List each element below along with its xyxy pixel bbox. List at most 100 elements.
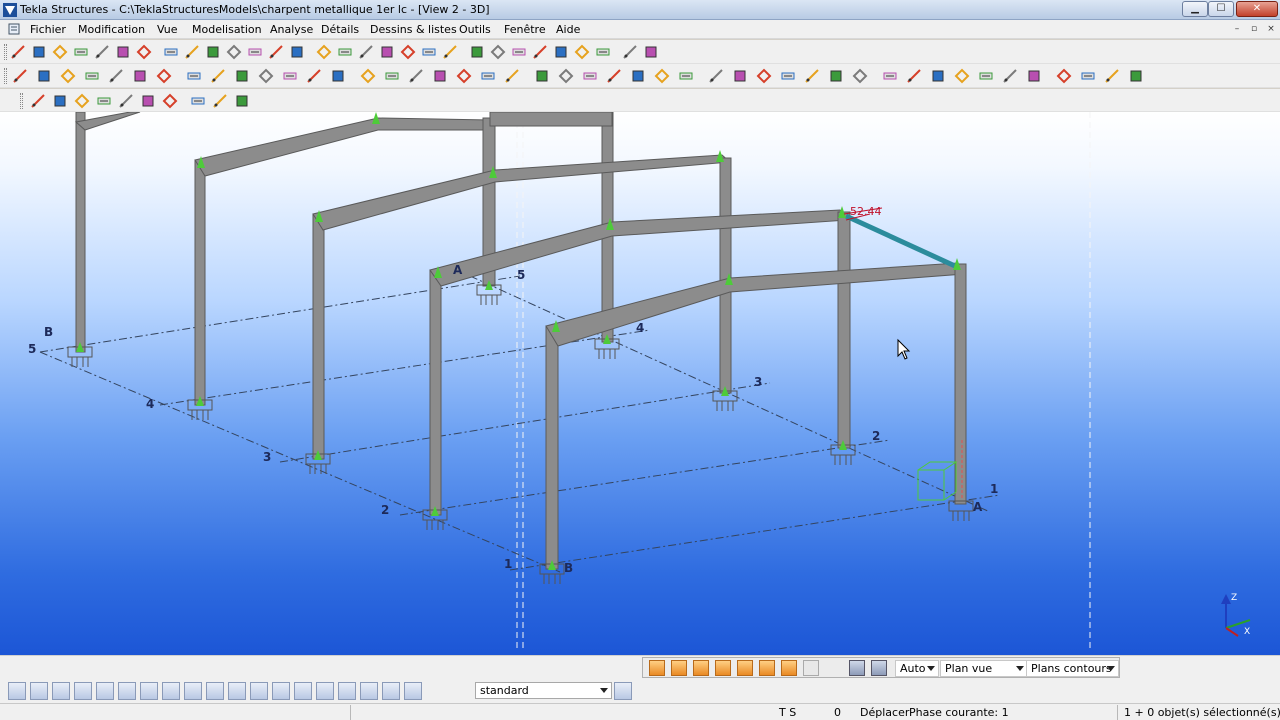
select-points-icon[interactable] bbox=[606, 68, 622, 84]
numbering-icon[interactable] bbox=[756, 68, 772, 84]
beam-icon[interactable] bbox=[36, 68, 52, 84]
move-icon[interactable] bbox=[432, 68, 448, 84]
work-plane-handler-dropdown[interactable]: Auto bbox=[895, 660, 939, 677]
select-icon[interactable] bbox=[8, 682, 26, 700]
select-points-bottom-icon[interactable] bbox=[228, 682, 246, 700]
cut-icon[interactable] bbox=[234, 68, 250, 84]
view-icon[interactable] bbox=[184, 44, 200, 60]
menu-fenetre[interactable]: Fenêtre bbox=[504, 23, 546, 36]
new-icon[interactable] bbox=[282, 68, 298, 84]
select-lines-icon[interactable] bbox=[162, 682, 180, 700]
toolbar-grip[interactable] bbox=[4, 68, 7, 84]
drawing-icon[interactable] bbox=[630, 68, 646, 84]
assembly-drawing-icon[interactable] bbox=[678, 68, 694, 84]
snap-center-icon[interactable] bbox=[737, 660, 753, 676]
menu-modification[interactable]: Modification bbox=[78, 23, 145, 36]
viewport-icon[interactable] bbox=[205, 44, 221, 60]
arc-point-icon[interactable] bbox=[94, 44, 110, 60]
web-icon[interactable] bbox=[1080, 68, 1096, 84]
line-rep-icon[interactable] bbox=[96, 93, 112, 109]
mdi-close-button[interactable]: × bbox=[1264, 23, 1278, 36]
select-assembly-icon[interactable] bbox=[558, 68, 574, 84]
undo-icon[interactable] bbox=[360, 68, 376, 84]
cast-drawing-icon[interactable] bbox=[708, 68, 724, 84]
menu-analyse[interactable]: Analyse bbox=[270, 23, 313, 36]
select-views-icon[interactable] bbox=[250, 682, 268, 700]
load-icon[interactable] bbox=[978, 68, 994, 84]
minimize-window-button[interactable]: ▁ bbox=[1182, 1, 1208, 17]
menu-dessins-listes[interactable]: Dessins & listes bbox=[370, 23, 457, 36]
three-d-icon[interactable] bbox=[268, 44, 284, 60]
menu-vue[interactable]: Vue bbox=[157, 23, 178, 36]
mdi-minimize-button[interactable]: – bbox=[1230, 23, 1244, 36]
snap-end-icon[interactable] bbox=[828, 68, 844, 84]
snap-perpendicular-icon[interactable] bbox=[781, 660, 797, 676]
select-subassemblies-icon[interactable] bbox=[382, 682, 400, 700]
material-icon[interactable] bbox=[1056, 68, 1072, 84]
grid-icon[interactable] bbox=[136, 44, 152, 60]
view-plane-dropdown[interactable]: Plan vue bbox=[940, 660, 1028, 677]
selection-settings-dropdown[interactable]: standard bbox=[475, 682, 612, 699]
point-icon[interactable] bbox=[10, 44, 26, 60]
snap-mid-icon[interactable] bbox=[852, 68, 868, 84]
document-icon[interactable] bbox=[8, 23, 20, 35]
slab-icon[interactable] bbox=[118, 93, 134, 109]
snap-nearest-icon[interactable] bbox=[693, 660, 709, 676]
pan-icon[interactable] bbox=[400, 44, 416, 60]
profile-icon[interactable] bbox=[1026, 68, 1042, 84]
help-icon[interactable] bbox=[804, 68, 820, 84]
select-bolts-icon[interactable] bbox=[96, 682, 114, 700]
snap-line-icon[interactable] bbox=[930, 68, 946, 84]
copy-icon[interactable] bbox=[408, 68, 424, 84]
work-plane-toggle-icon[interactable] bbox=[871, 660, 887, 676]
select-reference-icon[interactable] bbox=[316, 682, 334, 700]
layer-icon[interactable] bbox=[643, 44, 659, 60]
distance-icon[interactable] bbox=[553, 44, 569, 60]
prev-view-icon[interactable] bbox=[226, 44, 242, 60]
open-icon[interactable] bbox=[306, 68, 322, 84]
circle-point-icon[interactable] bbox=[115, 44, 131, 60]
polygon-cut-icon[interactable] bbox=[258, 68, 274, 84]
analysis-icon[interactable] bbox=[954, 68, 970, 84]
bolt-icon[interactable] bbox=[132, 68, 148, 84]
select-cuts-icon[interactable] bbox=[184, 682, 202, 700]
select-parts-bottom-icon[interactable] bbox=[52, 682, 70, 700]
dim-icon[interactable] bbox=[511, 44, 527, 60]
angle-icon[interactable] bbox=[574, 44, 590, 60]
fitting-icon[interactable] bbox=[186, 68, 202, 84]
curved-beam-icon[interactable] bbox=[84, 68, 100, 84]
menu-details[interactable]: Détails bbox=[321, 23, 359, 36]
select-assemblies-icon[interactable] bbox=[338, 682, 356, 700]
panel-icon[interactable] bbox=[140, 93, 156, 109]
select-grids-icon[interactable] bbox=[140, 682, 158, 700]
hatch-icon[interactable] bbox=[162, 93, 178, 109]
zoom-in-icon[interactable] bbox=[289, 44, 305, 60]
snap-tangent-icon[interactable] bbox=[759, 660, 775, 676]
select-objects-icon[interactable] bbox=[582, 68, 598, 84]
select-holes-icon[interactable] bbox=[272, 682, 290, 700]
solid-icon[interactable] bbox=[30, 93, 46, 109]
redo-icon[interactable] bbox=[384, 68, 400, 84]
rotate-tool-icon[interactable] bbox=[212, 93, 228, 109]
select-bolt-groups-icon[interactable] bbox=[404, 682, 422, 700]
mesh-icon[interactable] bbox=[234, 93, 250, 109]
single-drawing-icon[interactable] bbox=[654, 68, 670, 84]
inquire-icon[interactable] bbox=[780, 68, 796, 84]
polybeam-icon[interactable] bbox=[60, 68, 76, 84]
weld-icon[interactable] bbox=[156, 68, 172, 84]
center-icon[interactable] bbox=[379, 44, 395, 60]
save-icon[interactable] bbox=[330, 68, 346, 84]
menu-fichier[interactable]: Fichier bbox=[30, 23, 66, 36]
select-components-icon[interactable] bbox=[30, 682, 48, 700]
catalog-icon[interactable] bbox=[1002, 68, 1018, 84]
select-component-objects-icon[interactable] bbox=[360, 682, 378, 700]
model-view-3d[interactable]: 52.44 1 2 3 4 5 1 2 3 4 5 A A B B Z X bbox=[0, 112, 1280, 655]
maximize-window-button[interactable]: ☐ bbox=[1208, 1, 1234, 17]
zoom-window-icon[interactable] bbox=[337, 44, 353, 60]
select-loads-icon[interactable] bbox=[294, 682, 312, 700]
point-on-plane-icon[interactable] bbox=[52, 44, 68, 60]
settings-icon[interactable] bbox=[614, 682, 632, 700]
toolbar-grip[interactable] bbox=[4, 44, 7, 60]
snap-intersect-icon[interactable] bbox=[882, 68, 898, 84]
snap-any-position-icon[interactable] bbox=[715, 660, 731, 676]
